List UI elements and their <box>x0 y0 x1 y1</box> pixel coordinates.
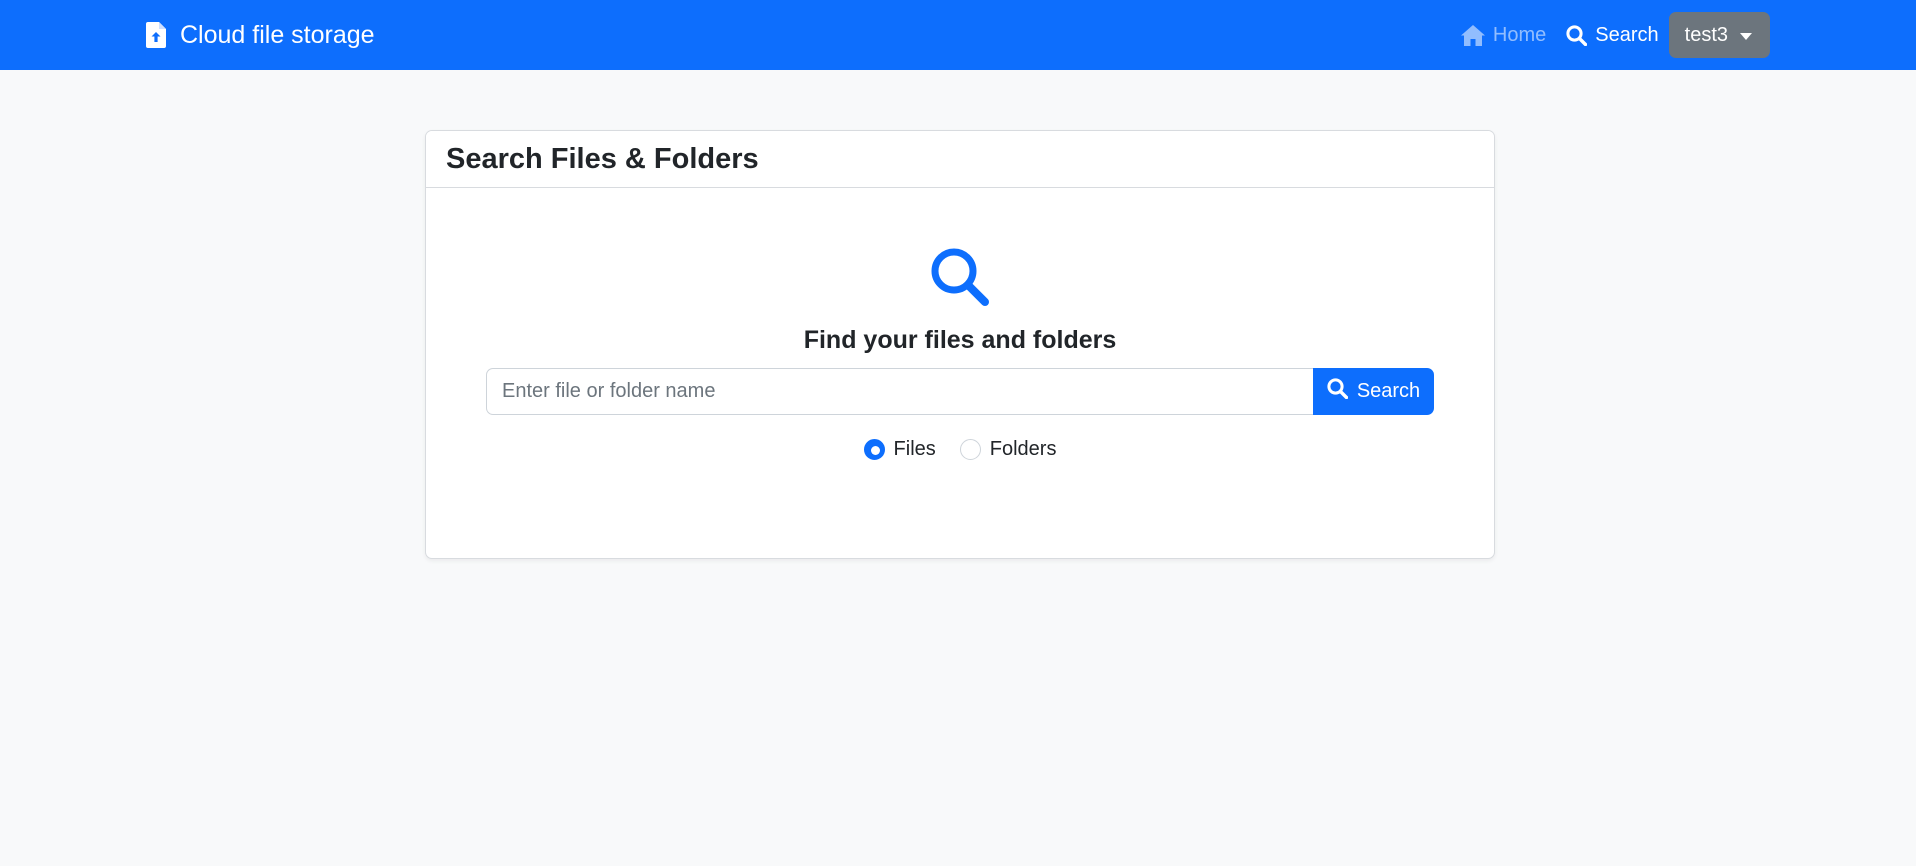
card-title: Search Files & Folders <box>446 142 759 175</box>
chevron-down-icon <box>1740 32 1752 40</box>
card-header: Search Files & Folders <box>426 131 1494 188</box>
search-icon <box>929 246 991 308</box>
search-group: Search <box>486 368 1434 415</box>
search-input[interactable] <box>486 368 1313 415</box>
nav-search-label: Search <box>1595 23 1659 46</box>
search-icon <box>1566 24 1588 46</box>
search-icon <box>1327 378 1349 405</box>
nav-search-link[interactable]: Search <box>1556 12 1668 58</box>
nav-home-link[interactable]: Home <box>1451 12 1556 58</box>
home-icon <box>1460 24 1485 46</box>
search-type-options: Files Folders <box>426 438 1494 461</box>
radio-folders[interactable] <box>959 439 981 460</box>
search-card: Search Files & Folders Find your files a… <box>425 130 1495 559</box>
radio-folders-option[interactable]: Folders <box>959 438 1057 461</box>
nav-home-label: Home <box>1492 23 1547 46</box>
nav-right: Home Search test3 <box>1451 0 1770 70</box>
radio-folders-label: Folders <box>989 438 1057 460</box>
search-heading: Find your files and folders <box>803 326 1117 354</box>
file-upload-icon <box>146 22 166 48</box>
brand-title: Cloud file storage <box>180 20 375 49</box>
radio-files-label: Files <box>893 438 936 460</box>
radio-files[interactable] <box>863 439 885 460</box>
radio-files-option[interactable]: Files <box>863 438 936 461</box>
user-name: test3 <box>1684 23 1728 46</box>
user-dropdown-button[interactable]: test3 <box>1668 12 1770 58</box>
search-button-label: Search <box>1356 380 1421 402</box>
search-button[interactable]: Search <box>1313 368 1434 415</box>
card-body: Find your files and folders Search Files <box>426 188 1494 558</box>
brand-link[interactable]: Cloud file storage <box>146 0 375 70</box>
navbar: Cloud file storage Home Search test3 <box>0 0 1916 70</box>
